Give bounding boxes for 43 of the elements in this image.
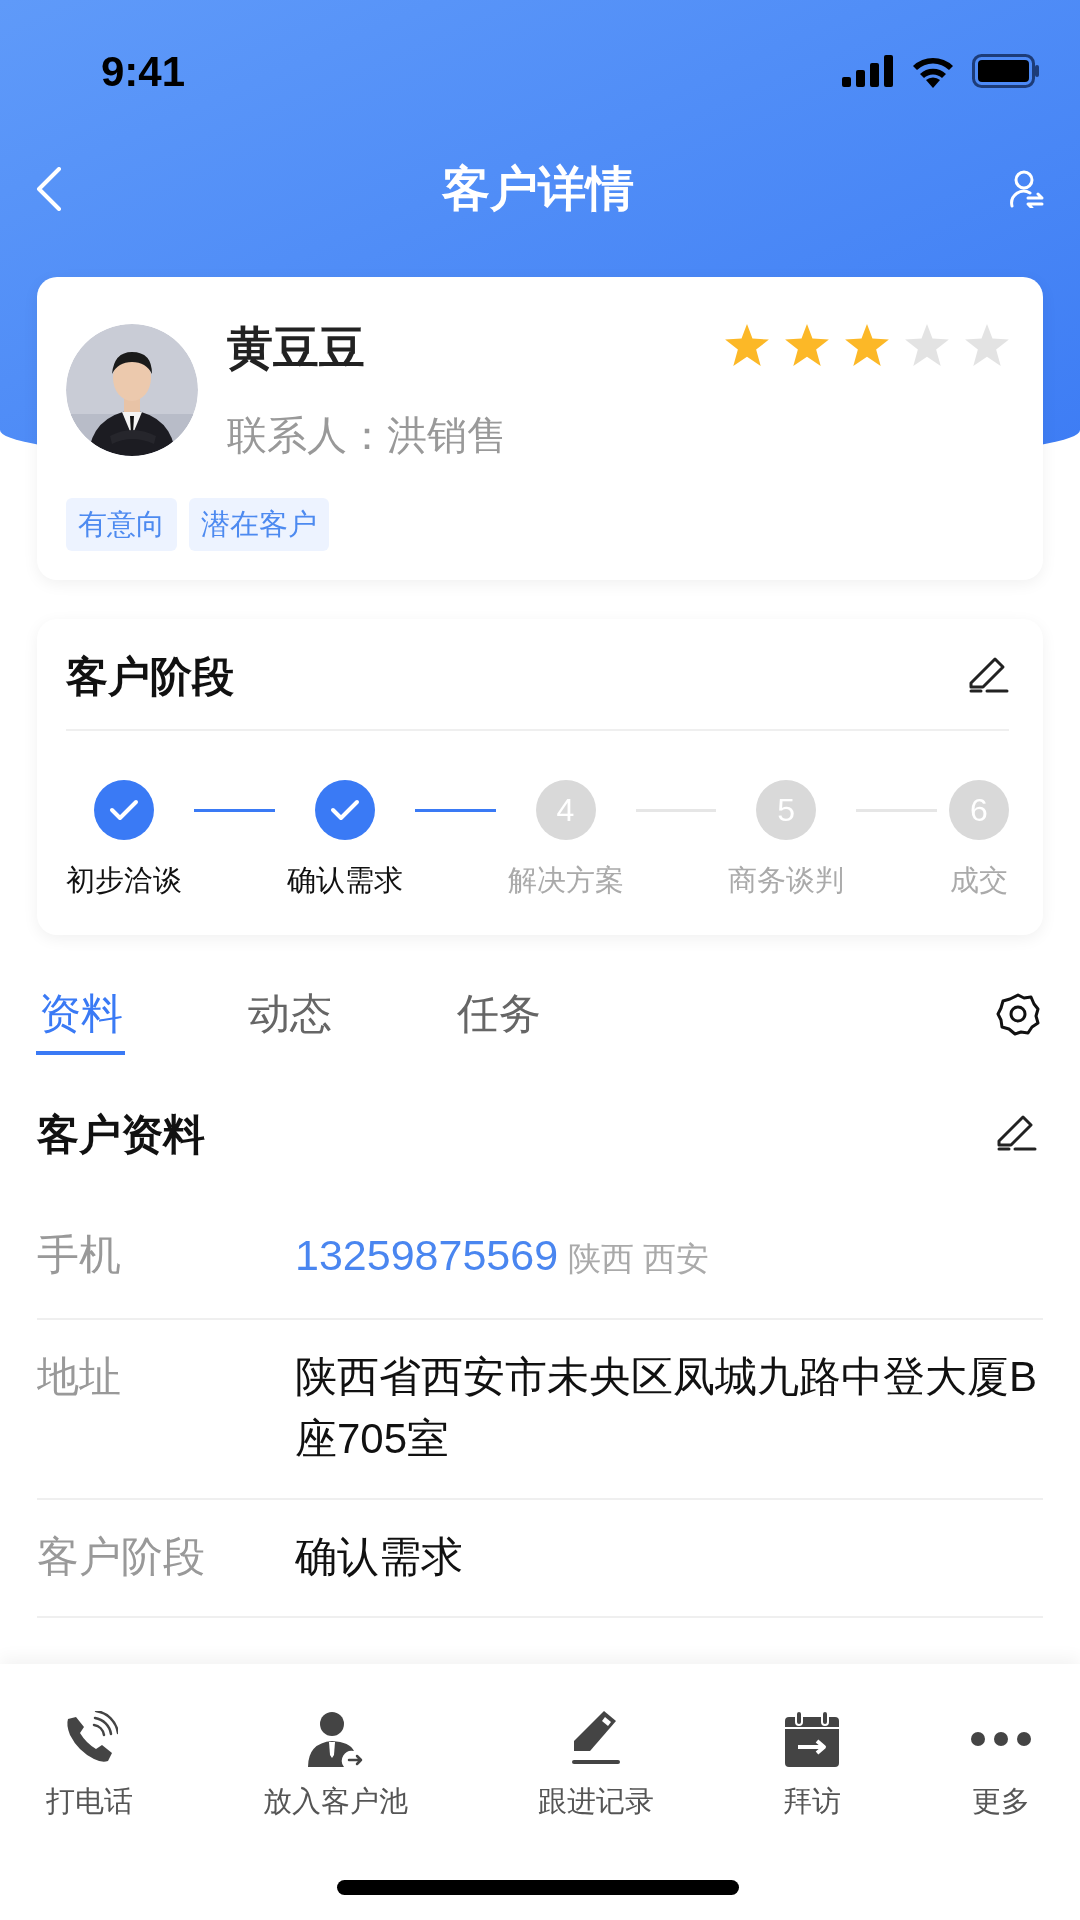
star-icon xyxy=(905,324,949,366)
tag: 有意向 xyxy=(66,498,177,551)
page-title: 客户详情 xyxy=(442,161,634,217)
action-button[interactable]: 跟进记录 xyxy=(537,1711,654,1821)
status-time: 9:41 xyxy=(101,46,186,97)
tag: 潜在客户 xyxy=(189,498,329,551)
settings-icon[interactable] xyxy=(996,992,1040,1036)
field-label: 地址 xyxy=(37,1352,122,1402)
step-label: 初步洽谈 xyxy=(66,863,182,898)
tab[interactable]: 任务 xyxy=(454,986,543,1055)
more-icon xyxy=(971,1731,1031,1747)
action-button[interactable]: 拜访 xyxy=(783,1711,842,1821)
star-icon xyxy=(785,324,829,366)
tab[interactable]: 动态 xyxy=(245,986,334,1055)
customer-name: 黄豆豆 xyxy=(227,321,366,376)
user-arrow-icon xyxy=(306,1711,365,1767)
section-title: 客户资料 xyxy=(37,1109,205,1160)
phone-link[interactable]: 13259875569 xyxy=(295,1224,559,1286)
card-title: 客户阶段 xyxy=(66,651,234,702)
edit-icon[interactable] xyxy=(967,656,1009,696)
star-icon xyxy=(845,324,889,366)
transfer-user-icon[interactable] xyxy=(1010,170,1044,208)
step-label: 解决方案 xyxy=(507,863,624,898)
field-label: 客户阶段 xyxy=(37,1532,206,1582)
phone-region: 陕西 西安 xyxy=(568,1239,710,1279)
contact-person: 联系人：洪销售 xyxy=(227,412,508,459)
edit-icon[interactable] xyxy=(995,1114,1037,1154)
step-label: 成交 xyxy=(950,863,1008,898)
action-button[interactable]: 更多 xyxy=(971,1711,1031,1821)
action-button[interactable]: 打电话 xyxy=(46,1711,133,1821)
star-icon xyxy=(965,324,1009,366)
step-label: 商务谈判 xyxy=(728,863,845,898)
signal-icon xyxy=(842,55,894,87)
star-icon xyxy=(725,324,769,366)
field-label: 手机 xyxy=(37,1230,122,1280)
battery-icon xyxy=(972,54,1040,88)
action-button[interactable]: 放入客户池 xyxy=(262,1711,408,1821)
field-value: 确认需求 xyxy=(295,1532,464,1582)
step-label: 确认需求 xyxy=(286,863,403,898)
field-value: 陕西省西安市未央区凤城九路中登大厦B座705室 xyxy=(295,1352,1038,1464)
tab[interactable]: 资料 xyxy=(36,986,125,1055)
pencil-icon xyxy=(571,1711,620,1767)
calendar-icon xyxy=(785,1711,840,1767)
